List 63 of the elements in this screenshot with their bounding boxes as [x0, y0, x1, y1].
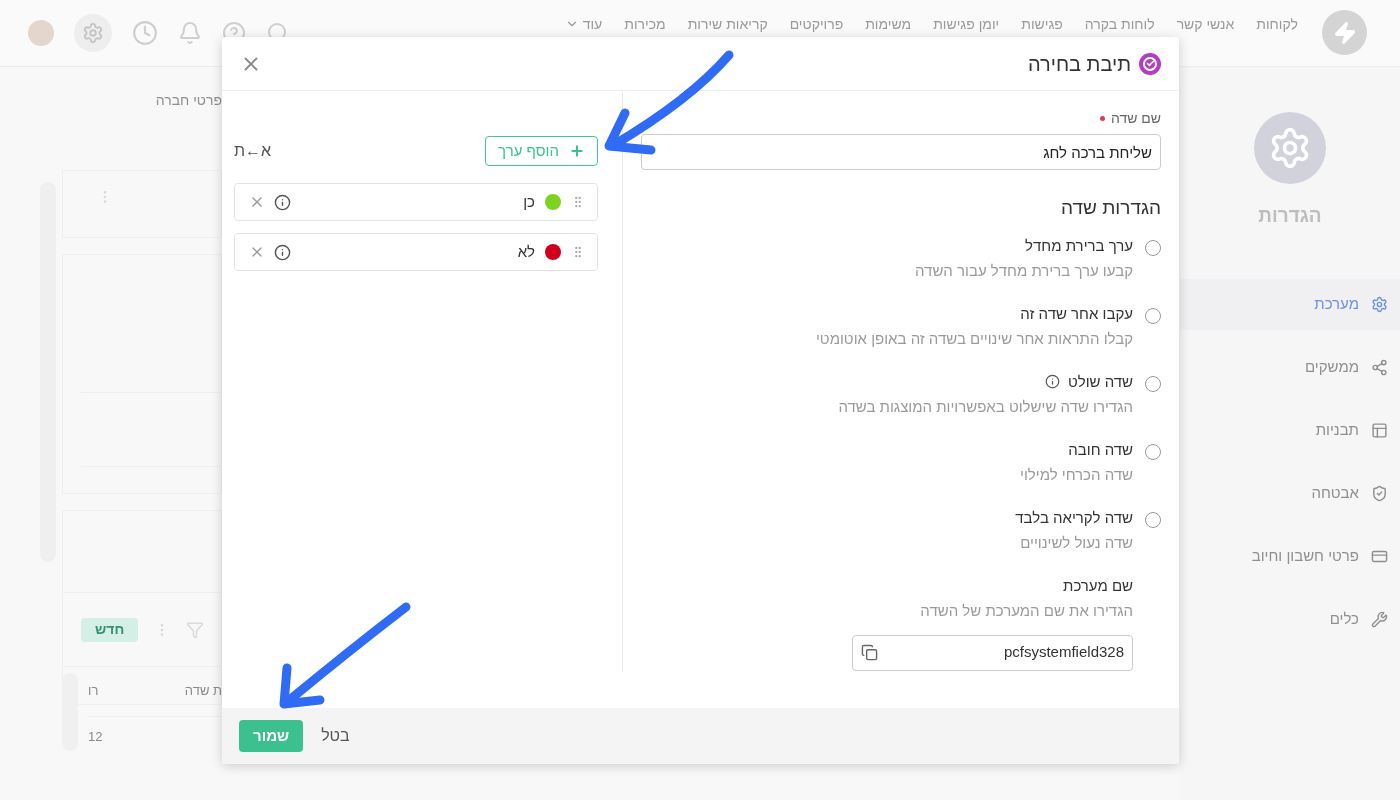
option-title: שדה שולט: [1067, 371, 1133, 392]
option-description: קבעו ערך ברירת מחדל עבור השדה: [915, 261, 1133, 281]
nav-link[interactable]: יומן פגישות: [933, 16, 1000, 32]
option-title: שדה לקריאה בלבד: [1015, 507, 1133, 528]
plus-icon: [569, 143, 585, 159]
section-title: הגדרות שדה: [1060, 196, 1161, 220]
field-label: שם שדה: [1110, 109, 1161, 128]
nav-link[interactable]: פרויקטים: [789, 16, 844, 32]
value-label: כן: [523, 191, 535, 212]
nav-link[interactable]: אנשי קשר: [1176, 16, 1235, 32]
filter-icon[interactable]: [186, 620, 205, 639]
nav-link[interactable]: מכירות: [624, 16, 666, 32]
settings-button[interactable]: [74, 14, 112, 52]
option-description: קבלו התראות אחר שינויים בשדה זה באופן אוטומטי: [815, 329, 1133, 349]
save-button[interactable]: שמור: [239, 720, 304, 752]
share-icon: [1371, 358, 1388, 376]
table-cell-text: 12: [88, 728, 103, 747]
nav-link[interactable]: לוחות בקרה: [1084, 16, 1155, 32]
nav-link[interactable]: עוד: [564, 16, 603, 32]
sidebar-item[interactable]: פרטי חשבון וחיוב: [1180, 530, 1400, 582]
nav-link[interactable]: פגישות: [1021, 16, 1063, 32]
sidebar-title: הגדרות: [1258, 204, 1322, 228]
column-header: ת שדה: [184, 681, 222, 700]
logo-icon[interactable]: [1322, 10, 1367, 55]
bell-icon[interactable]: [178, 21, 202, 45]
sidebar-item[interactable]: כלים: [1180, 593, 1400, 645]
value-label: לא: [517, 241, 535, 262]
sidebar-item[interactable]: ממשקים: [1180, 341, 1400, 393]
system-name-field[interactable]: pcfsystemfield328: [852, 634, 1133, 671]
option-description: שדה נעול לשינויים: [1019, 533, 1133, 553]
option-description: שדה הכרחי למילוי: [1020, 465, 1133, 485]
option-title: שם מערכת: [1062, 575, 1133, 596]
gear-icon: [1371, 295, 1388, 313]
option-title: עקבו אחר שדה זה: [1020, 303, 1133, 324]
breadcrumb[interactable]: פרטי חברה: [2, 67, 222, 134]
shield-icon: [1371, 484, 1388, 502]
copy-icon[interactable]: [861, 644, 878, 661]
info-icon[interactable]: [274, 193, 291, 211]
clock-icon[interactable]: [132, 20, 158, 46]
sort-button[interactable]: א←ת: [234, 139, 272, 163]
info-icon[interactable]: [274, 243, 291, 261]
avatar-icon[interactable]: [28, 20, 54, 46]
sidebar-item[interactable]: תבניות: [1180, 404, 1400, 456]
info-icon[interactable]: [1044, 374, 1060, 390]
nav-link[interactable]: משימות: [865, 16, 912, 32]
nav-link[interactable]: קריאות שירות: [687, 16, 768, 32]
sidebar-item[interactable]: מערכת: [1180, 278, 1400, 330]
gear-icon: [82, 22, 104, 44]
option-description: הגדירו את שם המערכת של השדה: [919, 601, 1133, 621]
option-title: שדה חובה: [1068, 439, 1133, 460]
option-description: הגדירו שדה שישלוט באפשרויות המוצגות בשדה: [838, 397, 1133, 417]
tools-icon: [1371, 610, 1388, 628]
dialog-title: תיבת בחירה: [1027, 51, 1131, 77]
field-name-input[interactable]: שליחת ברכה לחג: [641, 134, 1161, 170]
option-title: ערך ברירת מחדל: [1025, 235, 1133, 256]
nav-link[interactable]: לקוחות: [1256, 16, 1298, 32]
checkbox-type-icon: [1139, 52, 1161, 75]
sidebar-item[interactable]: אבטחה: [1180, 467, 1400, 519]
cancel-button[interactable]: בטל: [321, 724, 350, 748]
add-value-button[interactable]: הוסף ערך: [485, 136, 598, 166]
new-button[interactable]: חדש: [81, 617, 139, 642]
column-header: רו: [88, 681, 99, 700]
layout-icon: [1371, 421, 1388, 439]
